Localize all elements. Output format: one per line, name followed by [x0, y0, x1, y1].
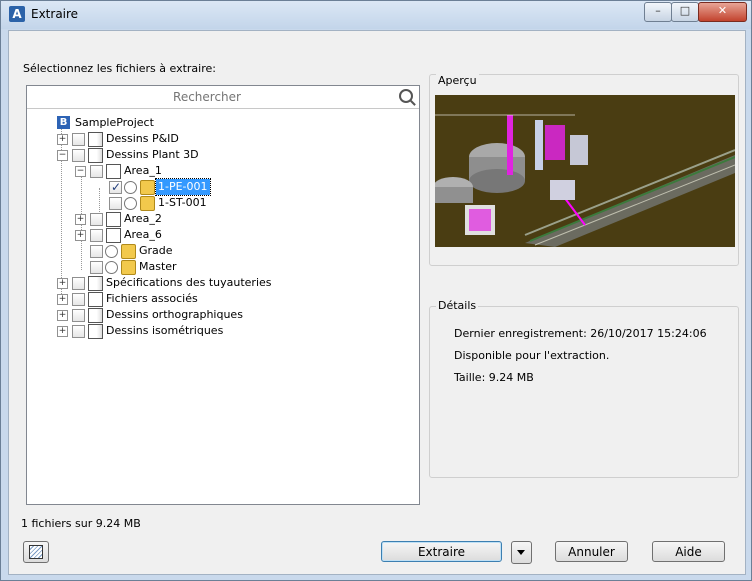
tree-item-label: Area_2	[124, 212, 162, 225]
collapse-icon[interactable]: −	[75, 166, 86, 177]
maximize-button[interactable]: □	[671, 2, 699, 22]
tree-item-label: Grade	[139, 244, 173, 257]
checkbox-checked[interactable]	[109, 179, 122, 195]
pid-drawing-icon	[88, 132, 103, 147]
checkbox[interactable]	[90, 165, 103, 178]
checkbox[interactable]	[72, 309, 85, 322]
expand-icon[interactable]: +	[57, 134, 68, 145]
status-radio[interactable]	[105, 261, 118, 274]
checkbox[interactable]	[90, 261, 103, 274]
preview-group: Aperçu	[429, 74, 739, 266]
status-radio[interactable]	[105, 245, 118, 258]
folder-icon	[106, 164, 121, 179]
extract-button[interactable]: Extraire	[381, 541, 502, 562]
tree-item-label: 1-ST-001	[158, 196, 207, 209]
checkbox[interactable]	[90, 213, 103, 226]
checkbox[interactable]	[90, 245, 103, 258]
file-tree-panel: B SampleProject + Dessins P&ID − Dessins…	[26, 85, 420, 505]
checkbox[interactable]	[72, 325, 85, 338]
drawing-file-icon	[121, 244, 136, 259]
hatch-icon	[29, 545, 43, 559]
extract-options-dropdown[interactable]	[511, 541, 532, 564]
extract-dialog: A Extraire – □ ✕ Sélectionnez les fichie…	[0, 0, 752, 581]
tree-item-label: Master	[139, 260, 177, 273]
prompt-label: Sélectionnez les fichiers à extraire:	[23, 62, 216, 75]
checkbox[interactable]	[72, 149, 85, 162]
options-button[interactable]	[23, 541, 49, 563]
expand-icon[interactable]: +	[57, 294, 68, 305]
iso-drawing-icon	[88, 324, 103, 339]
tree-item-label: Spécifications des tuyauteries	[106, 276, 272, 289]
tree-item-label: Dessins Plant 3D	[106, 148, 199, 161]
status-radio[interactable]	[124, 197, 137, 210]
preview-image	[435, 95, 735, 247]
details-label: Détails	[436, 299, 479, 312]
collapse-icon[interactable]: −	[57, 150, 68, 161]
drawing-file-icon	[140, 180, 155, 195]
expand-icon[interactable]: +	[57, 326, 68, 337]
title-bar[interactable]: A Extraire – □ ✕	[1, 1, 751, 29]
last-saved-text: Dernier enregistrement: 26/10/2017 15:24…	[454, 327, 707, 340]
expand-icon[interactable]: +	[75, 230, 86, 241]
checkbox[interactable]	[72, 133, 85, 146]
folder-icon	[88, 292, 103, 307]
plant3d-drawing-icon	[88, 148, 103, 163]
window-title: Extraire	[31, 7, 79, 21]
folder-icon	[106, 212, 121, 227]
autocad-app-icon: A	[9, 6, 25, 22]
tree-item-label: Fichiers associés	[106, 292, 198, 305]
preview-label: Aperçu	[436, 74, 479, 87]
expand-icon[interactable]: +	[57, 278, 68, 289]
checkbox[interactable]	[109, 197, 122, 210]
tree-item-label: Dessins orthographiques	[106, 308, 243, 321]
tree-item-label: 1-PE-001	[155, 178, 211, 196]
tree-item-label: Dessins P&ID	[106, 132, 179, 145]
drawing-file-icon	[121, 260, 136, 275]
ortho-drawing-icon	[88, 308, 103, 323]
details-group: Détails Dernier enregistrement: 26/10/20…	[429, 299, 739, 478]
selection-status: 1 fichiers sur 9.24 MB	[21, 517, 141, 530]
close-button[interactable]: ✕	[698, 2, 747, 22]
search-icon[interactable]	[399, 89, 413, 103]
dialog-body: Sélectionnez les fichiers à extraire: B …	[8, 30, 746, 575]
plant-3d-model-thumbnail	[435, 95, 735, 247]
expand-icon[interactable]: +	[75, 214, 86, 225]
tree-item-label: Dessins isométriques	[106, 324, 224, 337]
size-text: Taille: 9.24 MB	[454, 371, 534, 384]
search-input[interactable]	[27, 86, 387, 108]
folder-icon	[106, 228, 121, 243]
checkbox[interactable]	[90, 229, 103, 242]
cancel-button[interactable]: Annuler	[555, 541, 628, 562]
checkbox[interactable]	[72, 293, 85, 306]
tree-item-label: SampleProject	[75, 116, 154, 129]
drawing-file-icon	[140, 196, 155, 211]
expand-icon[interactable]: +	[57, 310, 68, 321]
help-button[interactable]: Aide	[652, 541, 725, 562]
tree-item-label: Area_6	[124, 228, 162, 241]
tree-item-label: Area_1	[124, 164, 162, 177]
minimize-button[interactable]: –	[644, 2, 672, 22]
status-radio[interactable]	[124, 181, 137, 194]
project-icon: B	[57, 116, 70, 129]
piping-spec-icon	[88, 276, 103, 291]
availability-text: Disponible pour l'extraction.	[454, 349, 610, 362]
checkbox[interactable]	[72, 277, 85, 290]
search-bar	[27, 86, 419, 109]
